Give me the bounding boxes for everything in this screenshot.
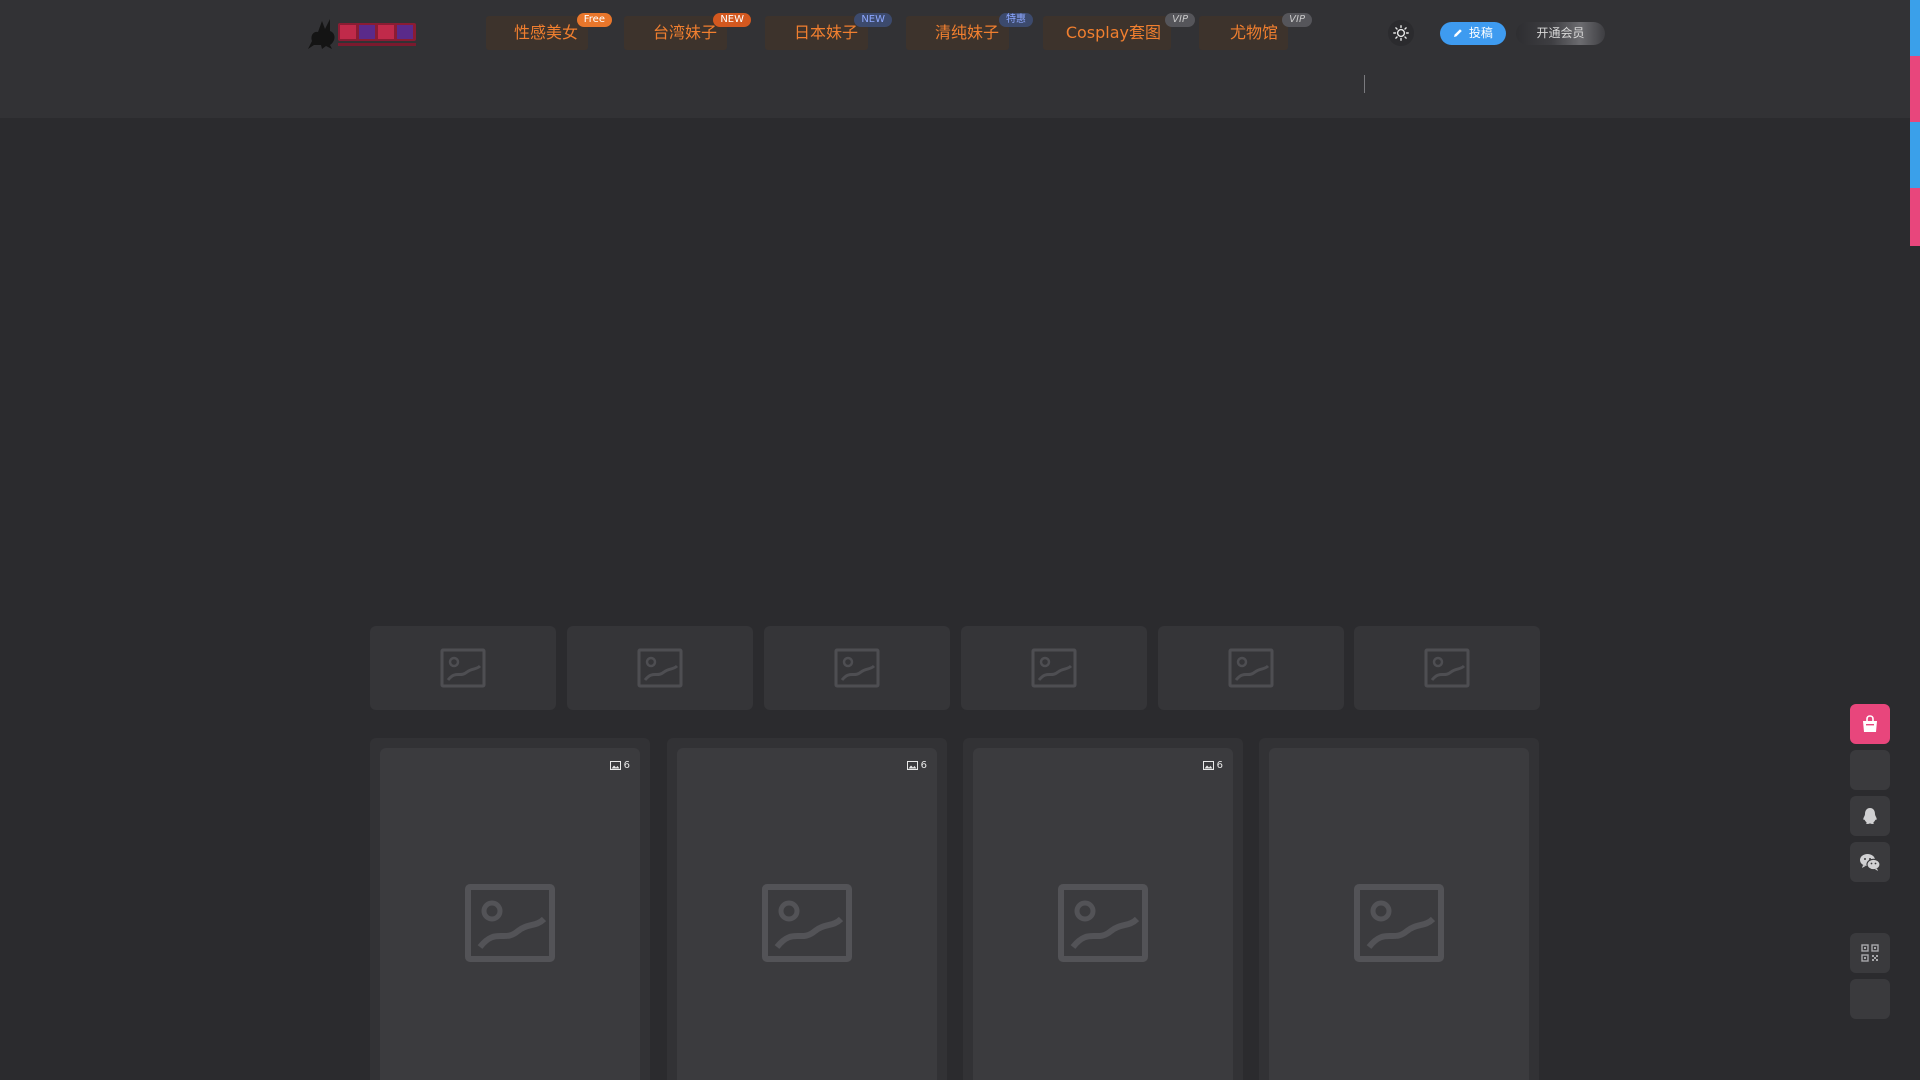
header-divider — [1364, 75, 1365, 93]
post-cover[interactable] — [1269, 748, 1529, 1080]
nav-item-pure[interactable]: 清纯妹子 特惠 — [906, 13, 1033, 50]
image-placeholder-icon — [440, 648, 486, 688]
header: 性感美女 Free 台湾妹子 NEW 日本妹子 NEW 清纯妹子 特惠 Cosp… — [0, 0, 1910, 118]
nav-item-youwu[interactable]: 尤物馆 VIP — [1199, 13, 1312, 50]
submit-label: 投稿 — [1468, 26, 1493, 40]
logo-image — [308, 19, 416, 49]
nav-label: 日本妹子 — [793, 23, 858, 42]
image-count-badge: 6 — [1202, 760, 1223, 771]
image-placeholder-icon — [1228, 648, 1274, 688]
qrcode-float-button[interactable] — [1850, 933, 1890, 973]
nav-item-sexy[interactable]: 性感美女 Free — [486, 13, 612, 50]
image-count-icon — [1202, 761, 1214, 770]
post-card[interactable] — [1259, 738, 1539, 1080]
shopping-bag-icon — [1863, 715, 1877, 732]
sun-icon — [1393, 25, 1409, 41]
nav-badge: 特惠 — [999, 13, 1033, 27]
category-thumb[interactable] — [567, 626, 753, 710]
image-placeholder-icon — [1354, 884, 1444, 962]
shop-float-button[interactable] — [1850, 704, 1890, 744]
nav-badge: VIP — [1165, 13, 1195, 27]
nav-label: 性感美女 — [513, 23, 578, 42]
category-thumb[interactable] — [764, 626, 950, 710]
nav-badge: NEW — [854, 13, 892, 27]
nav-label: 台湾妹子 — [652, 23, 717, 42]
nav-badge: VIP — [1282, 13, 1312, 27]
open-vip-button[interactable]: 开通会员 — [1516, 22, 1605, 45]
category-thumb[interactable] — [1354, 626, 1540, 710]
image-count-icon — [609, 761, 621, 770]
post-card[interactable]: 6 — [963, 738, 1243, 1080]
image-placeholder-icon — [834, 648, 880, 688]
post-cover[interactable]: 6 — [380, 748, 640, 1080]
pencil-icon — [1454, 29, 1462, 37]
nav-badge: Free — [576, 13, 612, 27]
nav-label: 尤物馆 — [1229, 23, 1278, 42]
nav-label: 清纯妹子 — [934, 23, 999, 42]
nav-label: Cosplay套图 — [1065, 23, 1161, 42]
image-placeholder-icon — [637, 648, 683, 688]
image-placeholder-icon — [1424, 648, 1470, 688]
float-button-blank[interactable] — [1850, 750, 1890, 790]
theme-toggle-button[interactable] — [1388, 20, 1414, 46]
category-thumb[interactable] — [1158, 626, 1344, 710]
site-logo[interactable] — [304, 15, 420, 51]
nav-badge: NEW — [713, 13, 751, 27]
qq-penguin-icon — [1863, 808, 1877, 824]
side-color-strip — [1910, 0, 1920, 246]
submit-post-button[interactable]: 投稿 — [1440, 22, 1506, 45]
page: 性感美女 Free 台湾妹子 NEW 日本妹子 NEW 清纯妹子 特惠 Cosp… — [0, 0, 1920, 1080]
image-count-badge: 6 — [609, 760, 630, 771]
wechat-icon — [1860, 854, 1881, 871]
image-count-icon — [906, 761, 918, 770]
vip-label: 开通会员 — [1536, 26, 1585, 40]
post-card[interactable]: 6 — [370, 738, 650, 1080]
category-thumb[interactable] — [370, 626, 556, 710]
post-card[interactable]: 6 — [667, 738, 947, 1080]
float-button-blank[interactable] — [1850, 979, 1890, 1019]
category-thumb[interactable] — [961, 626, 1147, 710]
wechat-float-button[interactable] — [1850, 842, 1890, 882]
image-placeholder-icon — [465, 884, 555, 962]
post-cover[interactable]: 6 — [973, 748, 1233, 1080]
qq-float-button[interactable] — [1850, 796, 1890, 836]
image-count: 6 — [623, 760, 630, 771]
post-cover[interactable]: 6 — [677, 748, 937, 1080]
nav-item-cosplay[interactable]: Cosplay套图 VIP — [1043, 13, 1195, 50]
nav-item-japan[interactable]: 日本妹子 NEW — [765, 13, 892, 50]
nav-item-taiwan[interactable]: 台湾妹子 NEW — [624, 13, 751, 50]
qrcode-icon — [1861, 944, 1879, 962]
image-count: 6 — [920, 760, 927, 771]
image-placeholder-icon — [1058, 884, 1148, 962]
image-placeholder-icon — [762, 884, 852, 962]
image-count-badge: 6 — [906, 760, 927, 771]
image-placeholder-icon — [1031, 648, 1077, 688]
image-count: 6 — [1216, 760, 1223, 771]
